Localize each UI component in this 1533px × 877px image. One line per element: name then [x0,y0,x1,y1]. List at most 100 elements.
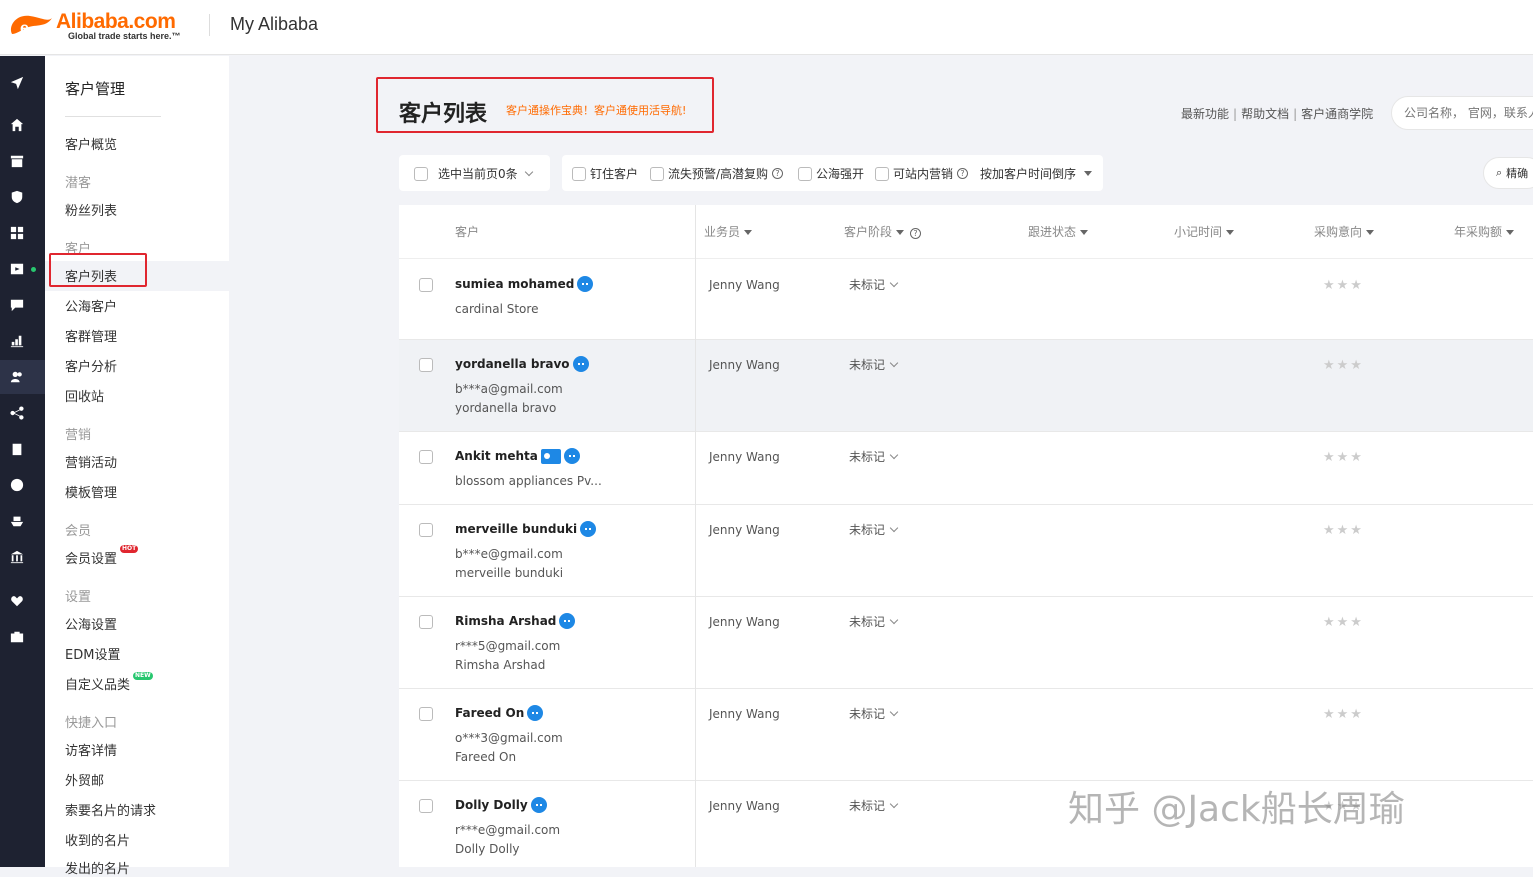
bar-chart-icon[interactable] [10,334,24,348]
site-title[interactable]: My Alibaba [230,14,318,35]
store-icon[interactable] [10,154,24,168]
row-checkbox[interactable] [419,707,433,721]
send-icon[interactable] [10,76,24,90]
filter-public-force[interactable]: 公海强开 [798,165,864,182]
col-annual-purchase[interactable]: 年采购额 [1454,223,1515,240]
stage-dropdown[interactable]: 未标记 [849,705,899,722]
clipboard-icon[interactable] [10,442,24,456]
purchase-intent-stars[interactable]: ★★★ [1323,358,1364,373]
col-note-time[interactable]: 小记时间 [1174,223,1235,240]
row-checkbox[interactable] [419,523,433,537]
share-icon[interactable] [10,406,24,420]
chat-icon[interactable] [559,613,576,629]
purchase-intent-stars[interactable]: ★★★ [1323,707,1364,722]
public-force-checkbox[interactable] [798,166,812,181]
row-checkbox[interactable] [419,799,433,813]
col-purchase-intent[interactable]: 采购意向 [1314,223,1375,240]
chat-icon[interactable] [527,705,544,721]
grid-icon[interactable] [10,226,24,240]
col-salesperson[interactable]: 业务员 [704,223,753,240]
customer-name-link[interactable]: Fareed On [455,705,544,721]
stage-dropdown[interactable]: 未标记 [849,356,899,373]
customer-name-link[interactable]: Ankit mehta [455,448,580,464]
globe-icon[interactable] [10,478,24,492]
sidebar-item-customer-analysis[interactable]: 客户分析 [65,356,117,375]
chat-bubble-icon[interactable] [10,298,24,312]
sidebar-item-card-requests[interactable]: 索要名片的请求 [65,800,156,819]
sidebar-item-overview[interactable]: 客户概览 [65,134,117,153]
stage-dropdown[interactable]: 未标记 [849,613,899,630]
purchase-intent-stars[interactable]: ★★★ [1323,450,1364,465]
sidebar-item-received-cards[interactable]: 收到的名片 [65,830,130,849]
chat-icon[interactable] [577,276,594,292]
link-help-docs[interactable]: 帮助文档 [1241,107,1289,121]
help-icon[interactable]: ? [910,228,922,239]
bank-icon[interactable] [10,550,24,564]
select-page-checkbox[interactable] [414,166,428,181]
chat-icon[interactable] [572,356,589,372]
sidebar-item-public-settings[interactable]: 公海设置 [65,614,117,633]
purchase-intent-stars[interactable]: ★★★ [1323,615,1364,630]
sidebar-item-edm-settings[interactable]: EDM设置 [65,644,120,663]
sidebar-item-custom-category[interactable]: 自定义品类 [65,674,130,693]
search-input[interactable] [1392,97,1533,129]
row-checkbox[interactable] [419,615,433,629]
purchase-intent-stars[interactable]: ★★★ [1323,278,1364,293]
customer-name-link[interactable]: sumiea mohamed [455,276,594,292]
table-row[interactable]: Fareed On o***3@gmail.com Fareed On Jenn… [399,689,1533,781]
sidebar-item-visitor-details[interactable]: 访客详情 [65,740,117,759]
col-follow-status[interactable]: 跟进状态 [1028,223,1089,240]
stage-dropdown[interactable]: 未标记 [849,448,899,465]
marketable-checkbox[interactable] [875,166,889,181]
row-checkbox[interactable] [419,278,433,292]
row-checkbox[interactable] [419,450,433,464]
alibaba-logo[interactable]: e Alibaba.com Global trade starts here.™ [6,8,206,44]
select-page-control[interactable]: 选中当前页0条 [414,165,533,182]
customer-name-link[interactable]: merveille bunduki [455,521,597,537]
churn-checkbox[interactable] [650,166,664,181]
sidebar-item-trade-mail[interactable]: 外贸邮 [65,770,104,789]
link-new-features[interactable]: 最新功能 [1181,107,1229,121]
sidebar-item-fans[interactable]: 粉丝列表 [65,200,117,219]
table-row[interactable]: Rimsha Arshad r***5@gmail.com Rimsha Ars… [399,597,1533,689]
sidebar-item-sent-cards[interactable]: 发出的名片 [65,858,130,877]
sort-dropdown[interactable]: 按加客户时间倒序 [980,165,1093,182]
row-checkbox[interactable] [419,358,433,372]
stage-dropdown[interactable]: 未标记 [849,797,899,814]
chat-icon[interactable] [530,797,547,813]
sidebar-item-public-customers[interactable]: 公海客户 [65,296,117,315]
col-stage[interactable]: 客户阶段? [844,223,922,240]
customers-icon[interactable] [10,370,24,384]
chat-icon[interactable] [563,448,580,464]
customer-name-link[interactable]: Dolly Dolly [455,797,547,813]
filter-marketable[interactable]: 可站内营销 ? [875,165,969,182]
help-icon[interactable]: ? [772,168,784,179]
stage-dropdown[interactable]: 未标记 [849,521,899,538]
sidebar-item-template-mgmt[interactable]: 模板管理 [65,482,117,501]
sidebar-item-group-mgmt[interactable]: 客群管理 [65,326,117,345]
customer-name-link[interactable]: yordanella bravo [455,356,589,372]
page-subtitle-link[interactable]: 客户通操作宝典！客户通使用活导航! [506,102,686,118]
pinned-checkbox[interactable] [572,166,586,181]
ship-icon[interactable] [10,514,24,528]
home-icon[interactable] [10,118,24,132]
heart-icon[interactable] [10,594,24,608]
business-card-icon[interactable] [540,448,561,464]
chat-icon[interactable] [580,521,597,537]
sidebar-item-marketing-activities[interactable]: 营销活动 [65,452,117,471]
filter-churn-warning[interactable]: 流失预警/高潜复购 ? [650,165,784,182]
shield-icon[interactable] [10,190,24,204]
sidebar-item-recycle-bin[interactable]: 回收站 [65,386,104,405]
table-row[interactable]: yordanella bravo b***a@gmail.com yordane… [399,340,1533,432]
precise-search-button[interactable]: ⌕ 精确 [1483,157,1533,189]
sidebar-item-member-settings[interactable]: 会员设置 [65,548,117,567]
filter-pinned[interactable]: 钉住客户 [572,165,638,182]
table-row[interactable]: merveille bunduki b***e@gmail.com mervei… [399,505,1533,597]
purchase-intent-stars[interactable]: ★★★ [1323,523,1364,538]
select-page-dropdown[interactable]: 选中当前页0条 [399,155,550,191]
briefcase-icon[interactable] [10,630,24,644]
customer-name-link[interactable]: Rimsha Arshad [455,613,576,629]
video-icon[interactable] [10,262,24,276]
link-academy[interactable]: 客户通商学院 [1301,107,1373,121]
help-icon[interactable]: ? [957,168,969,179]
